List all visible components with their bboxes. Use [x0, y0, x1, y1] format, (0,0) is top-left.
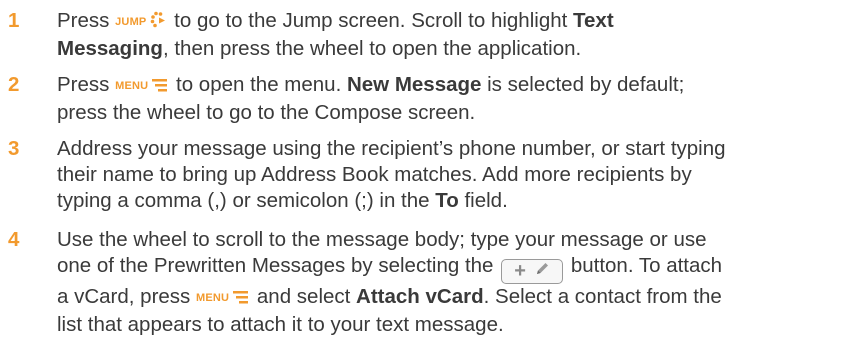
- text-segment: to go to the Jump screen. Scroll to high…: [168, 9, 574, 32]
- text-segment: Press: [57, 9, 116, 32]
- text-segment: list that appears to attach it to your t…: [57, 312, 504, 336]
- bold-term: New Message: [346, 73, 482, 96]
- step-line: Use the wheel to scroll to the message b…: [57, 227, 850, 253]
- bold-term: Text: [573, 9, 614, 32]
- pencil-icon: [534, 258, 550, 284]
- text-segment: field.: [458, 189, 508, 212]
- step-text: Address your message using the recipient…: [57, 136, 850, 214]
- text-segment: their name to bring up Address Book matc…: [57, 163, 692, 186]
- step-line: one of the Prewritten Messages by select…: [57, 253, 850, 284]
- step-text: Press JUMP to go to the Jump screen. Scr…: [57, 8, 850, 62]
- bold-term: To: [435, 189, 459, 212]
- step-line: Messaging, then press the wheel to open …: [57, 36, 850, 62]
- text-segment: one of the Prewritten Messages by select…: [57, 254, 500, 277]
- step-line: Press JUMP to go to the Jump screen. Scr…: [57, 8, 850, 36]
- step-line: a vCard, press MENU and select Attach vC…: [57, 284, 850, 312]
- bold-term: Attach vCard: [356, 284, 484, 308]
- text-segment: button. To attach: [565, 254, 723, 277]
- text-segment: Press: [57, 73, 116, 96]
- text-segment: press the wheel to go to the Compose scr…: [57, 101, 476, 124]
- text-segment: Address your message using the recipient…: [57, 137, 726, 160]
- step-line: typing a comma (,) or semicolon (;) in t…: [57, 188, 850, 214]
- prewritten-messages-button[interactable]: +: [501, 258, 564, 284]
- instruction-steps: 1 Press JUMP to go to the Jump screen. S…: [0, 0, 856, 347]
- step-line: Press MENU to open the menu. New Message…: [57, 72, 850, 100]
- text-segment: is selected by default;: [481, 73, 685, 96]
- step-text: Press MENU to open the menu. New Message…: [57, 72, 850, 126]
- plus-icon: +: [514, 260, 526, 282]
- step-line: list that appears to attach it to your t…: [57, 312, 850, 338]
- step-number: 2: [8, 73, 20, 96]
- text-segment: to open the menu.: [170, 73, 347, 96]
- menu-key-label: MENU: [196, 291, 230, 304]
- step-line: Address your message using the recipient…: [57, 136, 850, 162]
- step-number: 4: [8, 228, 20, 251]
- step-line: press the wheel to go to the Compose scr…: [57, 100, 850, 126]
- text-segment: Use the wheel to scroll to the message b…: [57, 228, 707, 251]
- text-segment: and select: [251, 284, 357, 308]
- text-segment: typing a comma (,) or semicolon (;) in t…: [57, 189, 436, 212]
- bold-term: Messaging: [57, 37, 163, 60]
- text-segment: , then press the wheel to open the appli…: [162, 37, 582, 60]
- jump-key-label: JUMP: [115, 16, 147, 28]
- menu-lines-icon: [152, 74, 168, 100]
- jump-dots-icon: [150, 10, 166, 36]
- text-segment: . Select a contact from the: [483, 284, 722, 308]
- step-line: their name to bring up Address Book matc…: [57, 162, 850, 188]
- step-text: Use the wheel to scroll to the message b…: [57, 227, 850, 338]
- menu-lines-icon: [233, 286, 249, 312]
- step-number: 1: [8, 9, 20, 32]
- text-segment: a vCard, press: [57, 284, 196, 308]
- menu-key-label: MENU: [115, 80, 149, 92]
- step-number: 3: [8, 137, 20, 160]
